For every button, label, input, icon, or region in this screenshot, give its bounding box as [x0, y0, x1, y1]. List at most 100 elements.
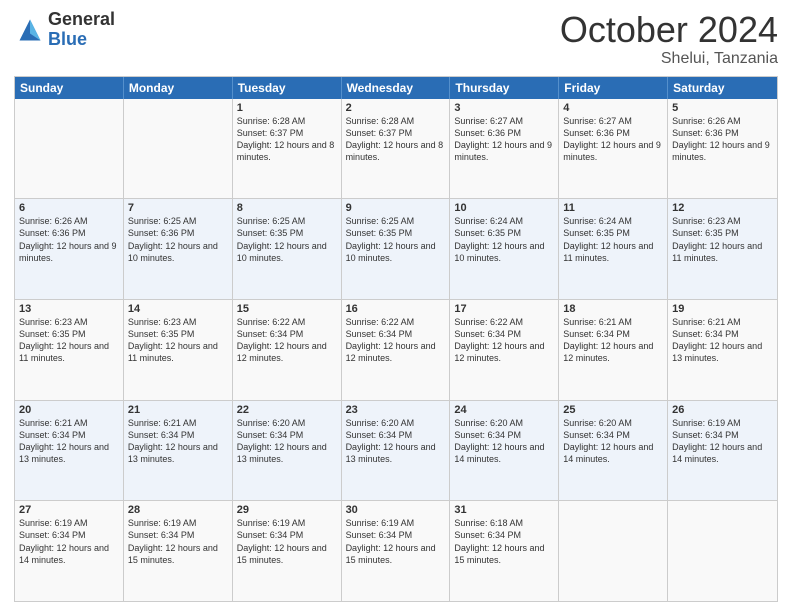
logo-general: General: [48, 10, 115, 30]
calendar-week-5: 27Sunrise: 6:19 AM Sunset: 6:34 PM Dayli…: [15, 500, 777, 601]
day-cell-19: 19Sunrise: 6:21 AM Sunset: 6:34 PM Dayli…: [668, 300, 777, 400]
day-number: 17: [454, 303, 554, 315]
day-cell-14: 14Sunrise: 6:23 AM Sunset: 6:35 PM Dayli…: [124, 300, 233, 400]
day-cell-1: 1Sunrise: 6:28 AM Sunset: 6:37 PM Daylig…: [233, 99, 342, 199]
logo-blue: Blue: [48, 30, 115, 50]
day-info: Sunrise: 6:27 AM Sunset: 6:36 PM Dayligh…: [563, 115, 663, 164]
day-cell-27: 27Sunrise: 6:19 AM Sunset: 6:34 PM Dayli…: [15, 501, 124, 601]
day-number: 7: [128, 202, 228, 214]
day-cell-22: 22Sunrise: 6:20 AM Sunset: 6:34 PM Dayli…: [233, 401, 342, 501]
day-info: Sunrise: 6:22 AM Sunset: 6:34 PM Dayligh…: [346, 316, 446, 365]
day-number: 11: [563, 202, 663, 214]
header-cell-wednesday: Wednesday: [342, 77, 451, 99]
day-cell-6: 6Sunrise: 6:26 AM Sunset: 6:36 PM Daylig…: [15, 199, 124, 299]
day-number: 16: [346, 303, 446, 315]
logo: General Blue: [14, 10, 115, 50]
day-info: Sunrise: 6:28 AM Sunset: 6:37 PM Dayligh…: [237, 115, 337, 164]
day-number: 4: [563, 102, 663, 114]
day-info: Sunrise: 6:19 AM Sunset: 6:34 PM Dayligh…: [19, 517, 119, 566]
day-number: 1: [237, 102, 337, 114]
day-info: Sunrise: 6:19 AM Sunset: 6:34 PM Dayligh…: [128, 517, 228, 566]
day-number: 19: [672, 303, 773, 315]
month-title: October 2024: [560, 10, 778, 50]
day-cell-24: 24Sunrise: 6:20 AM Sunset: 6:34 PM Dayli…: [450, 401, 559, 501]
day-cell-17: 17Sunrise: 6:22 AM Sunset: 6:34 PM Dayli…: [450, 300, 559, 400]
calendar-week-4: 20 Sunrise: 6:21 AM Sunset: 6:34 PM Dayli…: [15, 400, 777, 501]
day-number: 21: [128, 404, 228, 416]
day-info: Sunrise: 6:25 AM Sunset: 6:36 PM Dayligh…: [128, 215, 228, 264]
title-block: October 2024 Shelui, Tanzania: [560, 10, 778, 68]
day-number: 23: [346, 404, 446, 416]
day-cell-20: 20Sunrise: 6:21 AM Sunset: 6:34 PM Dayli…: [15, 401, 124, 501]
day-cell-2: 2Sunrise: 6:28 AM Sunset: 6:37 PM Daylig…: [342, 99, 451, 199]
header-cell-saturday: Saturday: [668, 77, 777, 99]
day-cell-12: 12Sunrise: 6:23 AM Sunset: 6:35 PM Dayli…: [668, 199, 777, 299]
day-info: Sunrise: 6:18 AM Sunset: 6:34 PM Dayligh…: [454, 517, 554, 566]
calendar-week-1: 1Sunrise: 6:28 AM Sunset: 6:37 PM Daylig…: [15, 99, 777, 199]
day-cell-10: 10Sunrise: 6:24 AM Sunset: 6:35 PM Dayli…: [450, 199, 559, 299]
empty-cell: [15, 99, 124, 199]
day-number: 28: [128, 504, 228, 516]
day-number: 14: [128, 303, 228, 315]
day-info: Sunrise: 6:20 AM Sunset: 6:34 PM Dayligh…: [454, 417, 554, 466]
day-info: Sunrise: 6:24 AM Sunset: 6:35 PM Dayligh…: [563, 215, 663, 264]
day-number: 29: [237, 504, 337, 516]
day-number: 30: [346, 504, 446, 516]
day-info: Sunrise: 6:21 AM Sunset: 6:34 PM Dayligh…: [672, 316, 773, 365]
day-info: Sunrise: 6:23 AM Sunset: 6:35 PM Dayligh…: [128, 316, 228, 365]
day-cell-4: 4Sunrise: 6:27 AM Sunset: 6:36 PM Daylig…: [559, 99, 668, 199]
day-number: 10: [454, 202, 554, 214]
day-cell-5: 5Sunrise: 6:26 AM Sunset: 6:36 PM Daylig…: [668, 99, 777, 199]
calendar-week-2: 6Sunrise: 6:26 AM Sunset: 6:36 PM Daylig…: [15, 198, 777, 299]
day-cell-13: 13Sunrise: 6:23 AM Sunset: 6:35 PM Dayli…: [15, 300, 124, 400]
day-number: 3: [454, 102, 554, 114]
day-cell-26: 26Sunrise: 6:19 AM Sunset: 6:34 PM Dayli…: [668, 401, 777, 501]
day-number: 26: [672, 404, 773, 416]
calendar: SundayMondayTuesdayWednesdayThursdayFrid…: [14, 76, 778, 602]
day-info: Sunrise: 6:28 AM Sunset: 6:37 PM Dayligh…: [346, 115, 446, 164]
day-cell-9: 9Sunrise: 6:25 AM Sunset: 6:35 PM Daylig…: [342, 199, 451, 299]
day-info: Sunrise: 6:19 AM Sunset: 6:34 PM Dayligh…: [237, 517, 337, 566]
day-info: Sunrise: 6:25 AM Sunset: 6:35 PM Dayligh…: [237, 215, 337, 264]
day-info: Sunrise: 6:23 AM Sunset: 6:35 PM Dayligh…: [672, 215, 773, 264]
day-info: Sunrise: 6:21 AM Sunset: 6:34 PM Dayligh…: [563, 316, 663, 365]
day-info: Sunrise: 6:27 AM Sunset: 6:36 PM Dayligh…: [454, 115, 554, 164]
day-info: Sunrise: 6:19 AM Sunset: 6:34 PM Dayligh…: [346, 517, 446, 566]
day-info: Sunrise: 6:19 AM Sunset: 6:34 PM Dayligh…: [672, 417, 773, 466]
day-number: 15: [237, 303, 337, 315]
day-number: 8: [237, 202, 337, 214]
day-info: Sunrise: 6:20 AM Sunset: 6:34 PM Dayligh…: [563, 417, 663, 466]
day-number: 27: [19, 504, 119, 516]
day-number: 22: [237, 404, 337, 416]
day-cell-18: 18Sunrise: 6:21 AM Sunset: 6:34 PM Dayli…: [559, 300, 668, 400]
day-info: Sunrise: 6:20 AM Sunset: 6:34 PM Dayligh…: [346, 417, 446, 466]
day-info: Sunrise: 6:25 AM Sunset: 6:35 PM Dayligh…: [346, 215, 446, 264]
header-cell-thursday: Thursday: [450, 77, 559, 99]
day-number: 2: [346, 102, 446, 114]
day-number: 9: [346, 202, 446, 214]
header-cell-tuesday: Tuesday: [233, 77, 342, 99]
day-number: 12: [672, 202, 773, 214]
logo-icon: [16, 16, 44, 44]
day-info: Sunrise: 6:21 AM Sunset: 6:34 PM Dayligh…: [128, 417, 228, 466]
day-cell-7: 7Sunrise: 6:25 AM Sunset: 6:36 PM Daylig…: [124, 199, 233, 299]
day-cell-3: 3Sunrise: 6:27 AM Sunset: 6:36 PM Daylig…: [450, 99, 559, 199]
day-info: Sunrise: 6:24 AM Sunset: 6:35 PM Dayligh…: [454, 215, 554, 264]
day-number: 20: [19, 404, 119, 416]
day-number: 6: [19, 202, 119, 214]
empty-cell: [668, 501, 777, 601]
header-cell-monday: Monday: [124, 77, 233, 99]
header: General Blue October 2024 Shelui, Tanzan…: [14, 10, 778, 68]
calendar-body: 1Sunrise: 6:28 AM Sunset: 6:37 PM Daylig…: [15, 99, 777, 601]
header-cell-friday: Friday: [559, 77, 668, 99]
calendar-week-3: 13 Sunrise: 6:23 AM Sunset: 6:35 PM Dayli…: [15, 299, 777, 400]
day-info: Sunrise: 6:20 AM Sunset: 6:34 PM Dayligh…: [237, 417, 337, 466]
empty-cell: [124, 99, 233, 199]
day-number: 31: [454, 504, 554, 516]
day-info: Sunrise: 6:22 AM Sunset: 6:34 PM Dayligh…: [454, 316, 554, 365]
day-info: Sunrise: 6:26 AM Sunset: 6:36 PM Dayligh…: [19, 215, 119, 264]
day-number: 25: [563, 404, 663, 416]
day-info: Sunrise: 6:26 AM Sunset: 6:36 PM Dayligh…: [672, 115, 773, 164]
day-number: 13: [19, 303, 119, 315]
day-info: Sunrise: 6:22 AM Sunset: 6:34 PM Dayligh…: [237, 316, 337, 365]
